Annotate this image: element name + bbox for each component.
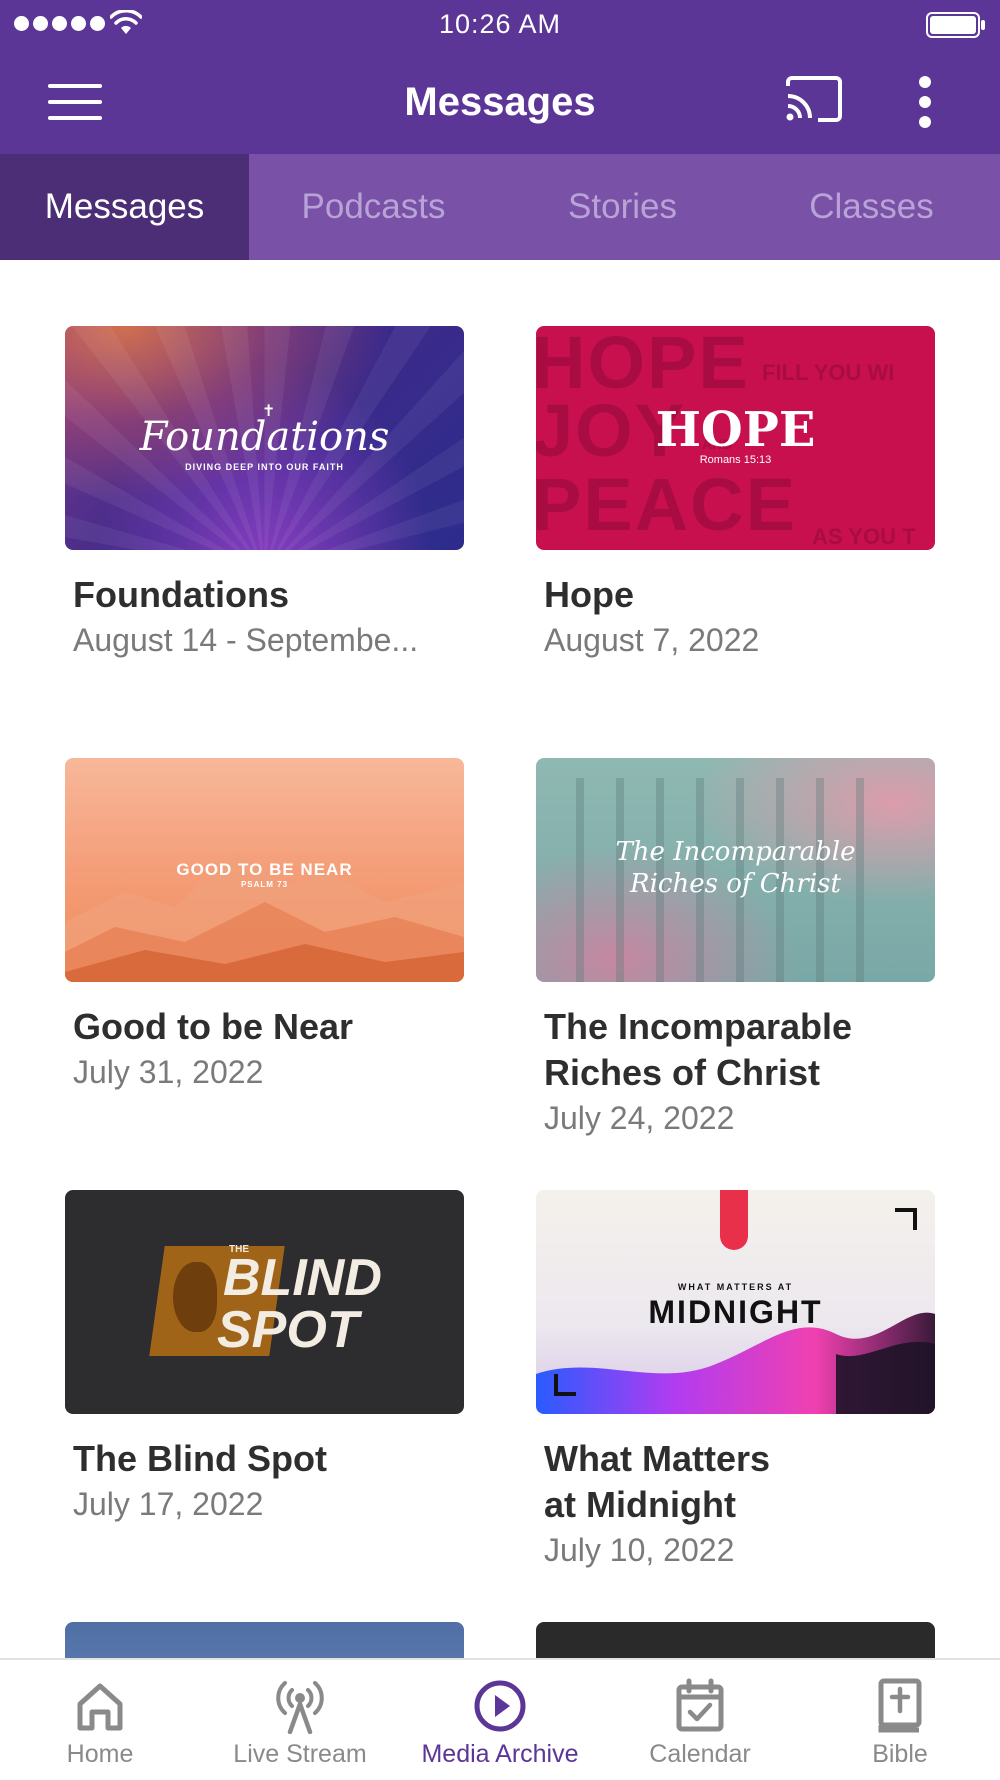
calendar-icon (676, 1678, 724, 1732)
status-time: 10:26 AM (438, 9, 562, 39)
cast-icon[interactable] (786, 76, 842, 122)
series-thumbnail (536, 1622, 935, 1660)
series-title: What Matters at Midnight (544, 1436, 934, 1528)
nav-label: Calendar (649, 1740, 751, 1768)
thumbnail-subtitle: PSALM 73 (240, 880, 289, 889)
series-date: July 31, 2022 (73, 1054, 264, 1090)
thumbnail-subtitle: DIVING DEEP INTO OUR FAITH (185, 462, 344, 472)
series-thumbnail: WHAT MATTERS AT MIDNIGHT (536, 1190, 935, 1414)
media-grid: ✝ Foundations DIVING DEEP INTO OUR FAITH… (0, 260, 1000, 1660)
series-card-incomparable-riches[interactable]: The Incomparable Riches of Christ The In… (536, 758, 936, 1140)
thumbnail-title: Foundations (139, 414, 390, 460)
thumbnail-title-line: Riches of Christ (630, 869, 841, 899)
nav-media-archive[interactable]: Media Archive (400, 1660, 600, 1780)
series-date: July 24, 2022 (544, 1100, 735, 1136)
thumbnail-title-line: The Incomparable (615, 837, 856, 867)
series-date: July 17, 2022 (73, 1486, 264, 1522)
bottom-nav: Home Live Stream Media Archive Calendar (0, 1658, 1000, 1780)
series-card-partial[interactable] (536, 1622, 936, 1660)
home-icon (77, 1683, 123, 1731)
play-circle-icon (474, 1680, 526, 1732)
thumbnail-title: SPOT (217, 1301, 359, 1359)
thumbnail-title: The Incomparable Riches of Christ (536, 836, 935, 900)
series-date: July 10, 2022 (544, 1532, 735, 1568)
page-title: Messages (404, 80, 596, 124)
tab-bar: Messages Podcasts Stories Classes (0, 154, 1000, 260)
silhouette-icon (173, 1262, 217, 1332)
app-bar: Messages (0, 50, 1000, 154)
series-title: The Blind Spot (73, 1438, 327, 1479)
nav-label: Media Archive (421, 1740, 579, 1768)
nav-label: Home (66, 1740, 134, 1768)
series-card-what-matters-at-midnight[interactable]: WHAT MATTERS AT MIDNIGHT What Matters at… (536, 1190, 936, 1572)
thumbnail-subtitle: Romans 15:13 (699, 454, 772, 466)
series-card-good-to-be-near[interactable]: GOOD TO BE NEAR PSALM 73 Good to be Near… (65, 758, 465, 1094)
status-bar: 10:26 AM (0, 0, 1000, 50)
thumbnail-title: BLIND (223, 1249, 382, 1307)
bible-icon (878, 1678, 922, 1733)
series-title: Foundations (73, 574, 289, 615)
series-title: Good to be Near (73, 1006, 354, 1047)
hamburger-menu-icon[interactable] (48, 82, 104, 122)
nav-calendar[interactable]: Calendar (600, 1660, 800, 1780)
series-date: August 7, 2022 (544, 622, 760, 658)
mountain-art (65, 852, 464, 982)
series-thumbnail: ✝ Foundations DIVING DEEP INTO OUR FAITH (65, 326, 464, 550)
series-card-hope[interactable]: HOPE JOY PEACE FILL YOU WI AND AS YOU T … (536, 326, 936, 662)
nav-label: Live Stream (233, 1740, 367, 1768)
series-title-line: What Matters (544, 1438, 771, 1479)
nav-label: Bible (872, 1740, 928, 1768)
thumbnail-title: HOPE (655, 402, 816, 458)
series-card-partial[interactable] (65, 1622, 465, 1660)
thumbnail-title: GOOD TO BE NEAR (176, 860, 353, 879)
tab-messages[interactable]: Messages (0, 154, 249, 260)
series-thumbnail: THE BLIND SPOT (65, 1190, 464, 1414)
tab-stories[interactable]: Stories (498, 154, 747, 260)
thumbnail-bg-word: PEACE (536, 463, 797, 546)
series-date: August 14 - Septembe... (73, 622, 419, 658)
series-title-line: Riches of Christ (544, 1052, 821, 1093)
thumbnail-bg-word: FILL YOU WI (762, 360, 895, 385)
battery-icon (926, 12, 985, 38)
series-title: Hope (544, 574, 634, 615)
series-title: The Incomparable Riches of Christ (544, 1004, 934, 1096)
more-vertical-icon[interactable] (910, 74, 940, 130)
nav-live-stream[interactable]: Live Stream (200, 1660, 400, 1780)
thumbnail-bg-word: AS YOU T (812, 524, 916, 549)
nav-bible[interactable]: Bible (800, 1660, 1000, 1780)
tab-podcasts[interactable]: Podcasts (249, 154, 498, 260)
broadcast-icon (276, 1681, 324, 1734)
series-card-foundations[interactable]: ✝ Foundations DIVING DEEP INTO OUR FAITH… (65, 326, 465, 662)
tab-classes[interactable]: Classes (747, 154, 996, 260)
thumbnail-small-text: WHAT MATTERS AT (677, 1282, 794, 1292)
series-thumbnail: GOOD TO BE NEAR PSALM 73 (65, 758, 464, 982)
nav-home[interactable]: Home (0, 1660, 200, 1780)
series-thumbnail (65, 1622, 464, 1660)
series-thumbnail: HOPE JOY PEACE FILL YOU WI AND AS YOU T … (536, 326, 935, 550)
series-title-line: at Midnight (544, 1484, 736, 1525)
series-thumbnail: The Incomparable Riches of Christ (536, 758, 935, 982)
series-title-line: The Incomparable (544, 1006, 853, 1047)
series-card-blind-spot[interactable]: THE BLIND SPOT The Blind Spot July 17, 2… (65, 1190, 465, 1526)
thumbnail-title: MIDNIGHT (648, 1294, 823, 1330)
